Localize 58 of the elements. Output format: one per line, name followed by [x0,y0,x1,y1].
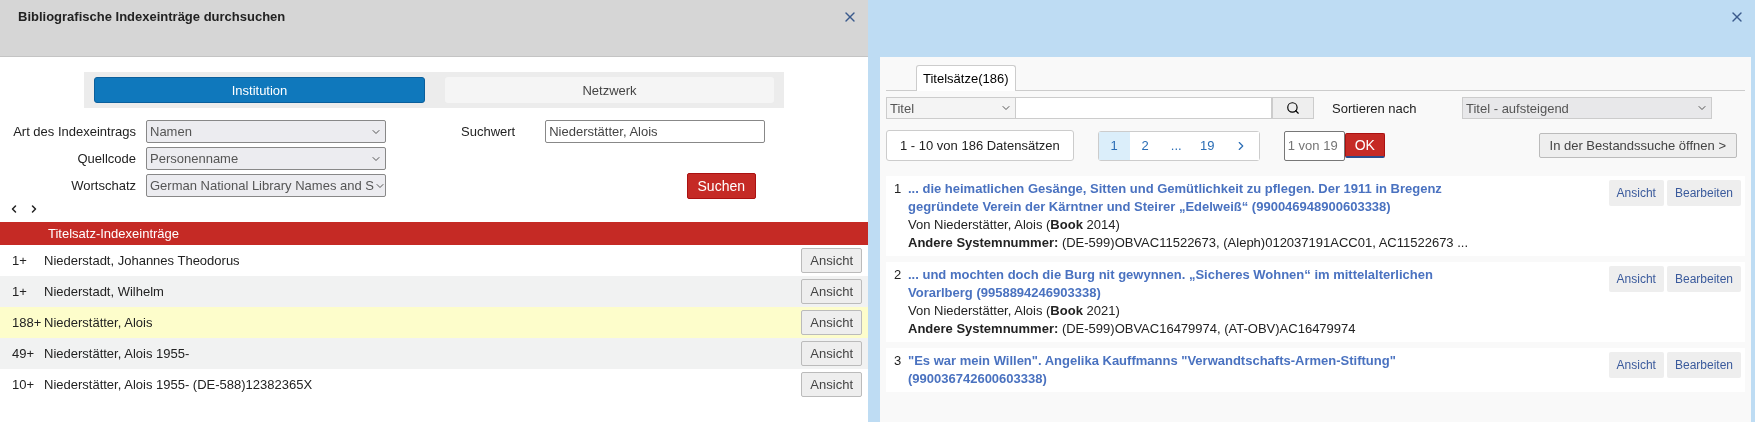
tab[interactable]: Titelsätze(186) [916,65,1016,91]
dropdown[interactable]: Titel - aufsteigend [1462,97,1712,119]
result-number: 1 [894,180,903,198]
system-numbers: Andere Systemnummer: (DE-599)OBVAC11522673, (Aleph)012037191ACC01, AC11522673 ... [908,234,1470,252]
table-cell-text: 188+ [11,315,43,330]
table-cell-text: Niederstätter, Alois [44,315,154,330]
table-row[interactable]: 1+ Niederstadt, Wilhelm Ansicht [0,276,868,307]
table-cell-text: 10+ [11,377,36,392]
table-cell-text: 49+ [11,346,36,361]
record-range: 1 - 10 von 186 Datensätzen [886,130,1074,161]
table-cell-text: 1+ [11,253,28,268]
field-label: Quellcode [76,151,137,166]
search-icon[interactable] [1272,97,1314,119]
table-cell-text: Niederstadt, Wilhelm [44,284,165,299]
dropdown[interactable]: Titel [886,97,1016,119]
author-line: Von Niederstätter, Alois (Book 2014) [908,216,1121,234]
view-button[interactable]: Ansicht [801,279,862,304]
table-cell-text: 1+ [11,284,28,299]
input-field[interactable]: Niederstätter, Alois [545,120,766,143]
system-numbers: Andere Systemnummer: (DE-599)OBVAC16479974, (AT-OBV)AC16479974 [908,320,1357,338]
field-label: Suchwert [461,124,517,139]
search-field[interactable] [1016,97,1272,119]
page-input[interactable]: 1 von 19 [1283,130,1345,161]
dropdown[interactable]: Namen [146,120,386,143]
table-cell-text: Niederstadt, Johannes Theodorus [44,253,241,268]
title-link[interactable]: "Es war mein Willen". Angelika Kauffmanns "Verwandtschafts-Armen-Stiftung" (990036742600603338) [908,352,1498,388]
view-button[interactable]: Ansicht [801,372,862,397]
view-button[interactable]: Ansicht [801,341,862,366]
view-button[interactable]: Ansicht [801,310,862,335]
field-label: Art des Indexeintrags [12,124,137,139]
result-number: 3 [894,352,903,370]
action-button[interactable]: Ansicht [1608,352,1664,378]
table-row[interactable]: 188+ Niederstätter, Alois Ansicht [0,307,868,338]
open-button[interactable]: In der Bestandssuche öffnen > [1538,133,1737,158]
action-button[interactable]: Bearbeiten [1666,352,1741,378]
table-row[interactable]: 49+ Niederstätter, Alois 1955- Ansicht [0,338,868,369]
view-button[interactable]: Ansicht [801,248,862,273]
ok-button[interactable]: OK [1344,133,1385,158]
dialog-title: Bibliografische Indexeinträge durchsuchen [18,9,286,24]
page-link[interactable]: 1 [1098,131,1130,160]
title-link[interactable]: ... die heimatlichen Gesänge, Sitten und Gemütlichkeit zu pflegen. Der 1911 in Bregenz gegründete Verein der Kärntner und Steirer „Edelweiß“ (990046948900603338) [908,180,1498,216]
author-line: Von Niederstätter, Alois (Book 2021) [908,302,1121,320]
table-cell-text: Niederstätter, Alois 1955- [44,346,191,361]
action-button[interactable]: Bearbeiten [1666,266,1741,292]
search-button[interactable]: Suchen [686,172,756,199]
tab[interactable]: Institution [94,77,425,103]
dropdown[interactable]: German National Library Names and S [146,174,386,197]
tab[interactable]: Netzwerk [445,77,774,103]
field-label: Wortschatz [70,178,137,193]
title-link[interactable]: ... und mochten doch die Burg nit gewynnen. „Sicheres Wohnen“ im mittelalterlichen Vorarlberg (9958894246903338) [908,266,1498,302]
action-button[interactable]: Ansicht [1608,180,1664,206]
action-button[interactable]: Ansicht [1608,266,1664,292]
sort-label: Sortieren nach [1332,100,1418,116]
table-header: Titelsatz-Indexeinträge [0,222,868,245]
dropdown[interactable]: Personenname [146,147,386,170]
table-cell-text: Niederstätter, Alois 1955- (DE-588)12382365X [44,377,314,392]
action-button[interactable]: Bearbeiten [1666,180,1741,206]
result-number: 2 [894,266,903,284]
